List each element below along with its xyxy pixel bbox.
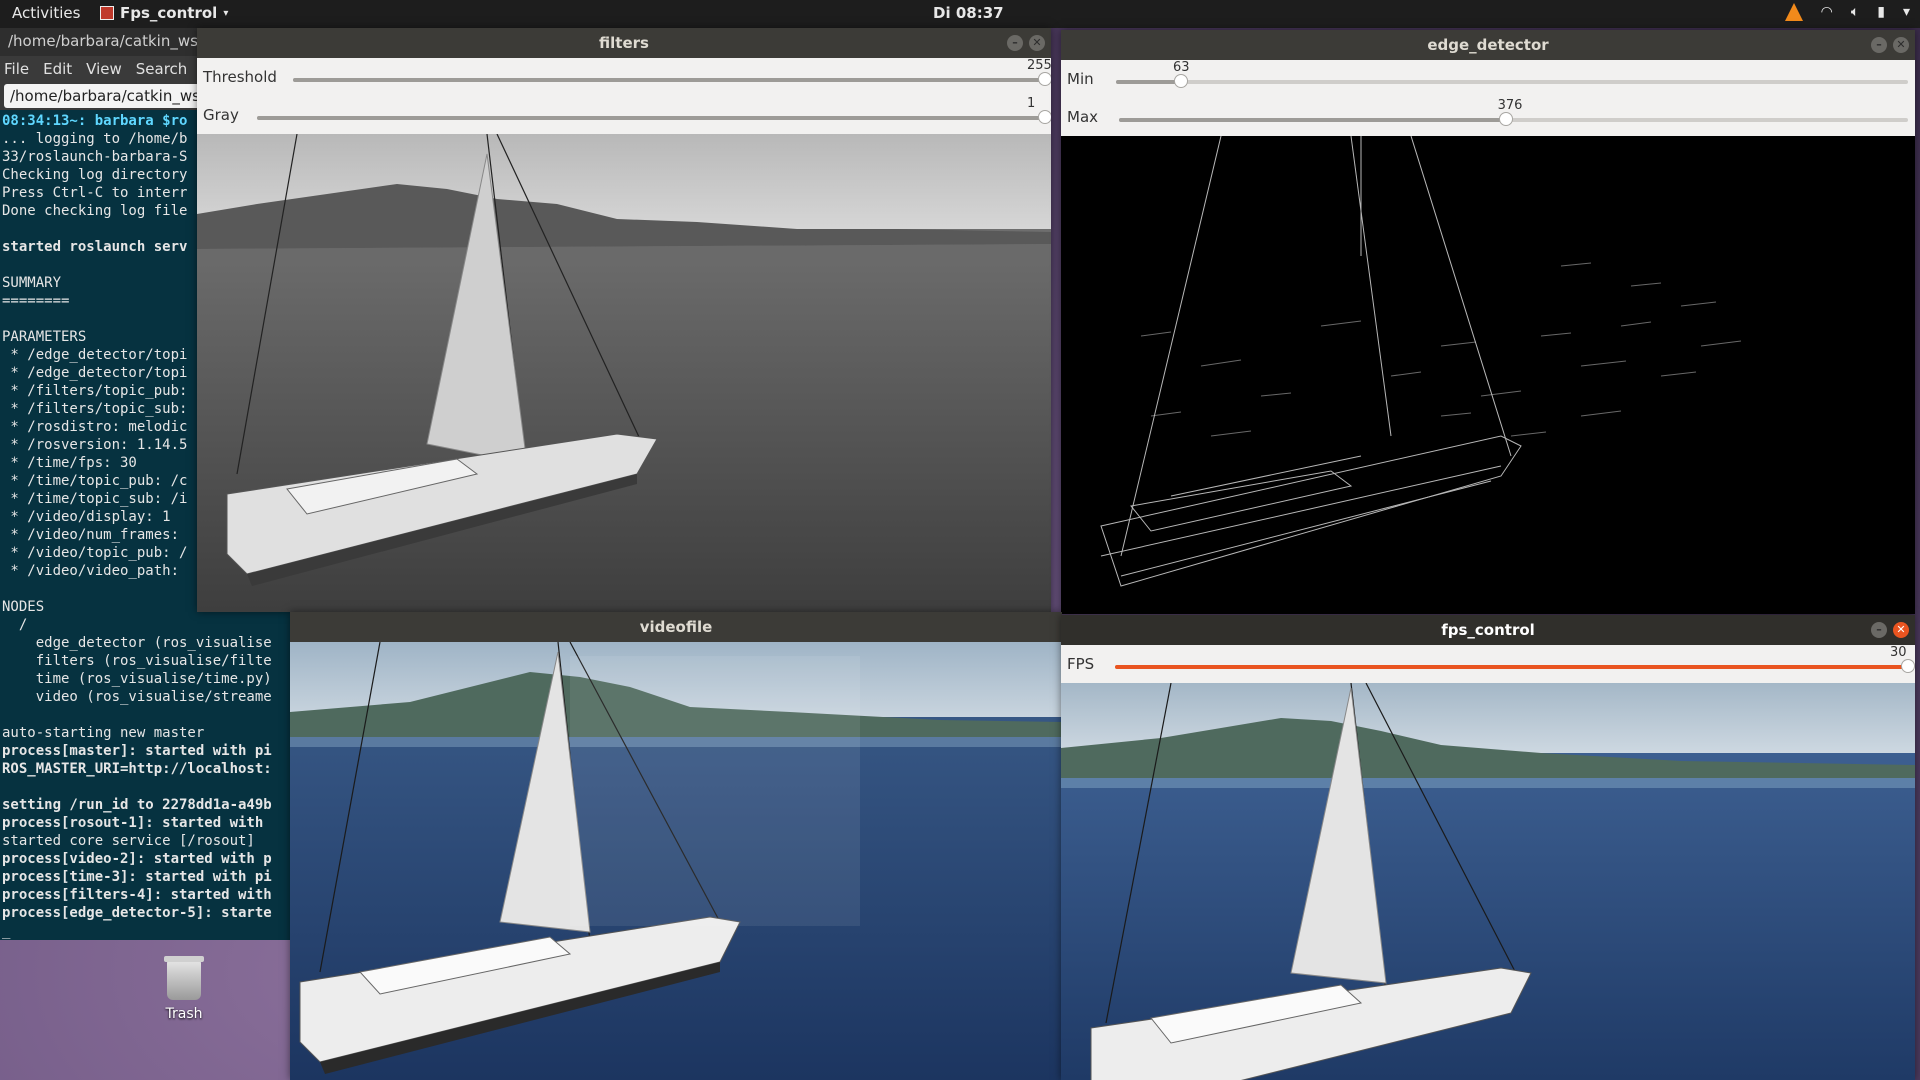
app-menu[interactable]: Fps_control ▾ xyxy=(100,4,228,22)
clock[interactable]: Di 08:37 xyxy=(933,4,1004,22)
terminal-line: time (ros_visualise/time.py) xyxy=(2,671,272,687)
gray-slider-fill xyxy=(257,116,1045,120)
max-slider[interactable] xyxy=(1119,118,1908,122)
app-icon xyxy=(100,6,114,20)
window-title: fps_control xyxy=(1441,621,1535,639)
gray-slider-handle[interactable] xyxy=(1038,110,1051,124)
close-button[interactable]: ✕ xyxy=(1893,622,1909,638)
fps-slider-row: FPS 30 xyxy=(1061,645,1915,683)
max-label: Max xyxy=(1067,108,1099,126)
threshold-label: Threshold xyxy=(203,68,277,86)
gray-label: Gray xyxy=(203,106,239,124)
fps-slider-handle[interactable] xyxy=(1901,659,1915,673)
min-slider-fill xyxy=(1116,80,1181,84)
edge-video-frame xyxy=(1061,136,1915,614)
threshold-slider-row: Threshold 255 xyxy=(197,58,1051,96)
menu-search[interactable]: Search xyxy=(136,60,188,78)
grayscale-video-frame xyxy=(197,134,1051,612)
window-title: filters xyxy=(599,34,649,52)
window-title: videofile xyxy=(639,618,713,636)
close-button[interactable]: ✕ xyxy=(1893,37,1909,53)
terminal-line: process[edge_detector-5]: starte xyxy=(2,905,272,921)
terminal-line: started core service [/rosout] xyxy=(2,833,255,849)
min-slider[interactable] xyxy=(1116,80,1908,84)
battery-icon: ▮ xyxy=(1877,4,1885,20)
videofile-window[interactable]: videofile xyxy=(290,612,1062,1080)
terminal-line: video (ros_visualise/streame xyxy=(2,689,272,705)
threshold-slider-handle[interactable] xyxy=(1038,72,1051,86)
edge-detector-window[interactable]: edge_detector – ✕ Min 63 Max 376 xyxy=(1061,30,1915,614)
system-tray[interactable]: ◠ 🔈︎ ▮ ▾ xyxy=(1784,3,1910,21)
filters-titlebar[interactable]: filters – ✕ xyxy=(197,28,1051,58)
filters-window[interactable]: filters – ✕ Threshold 255 Gray 1 xyxy=(197,28,1051,612)
terminal-line: process[master]: started with pi xyxy=(2,743,272,759)
gray-slider[interactable] xyxy=(257,116,1045,120)
min-slider-row: Min 63 xyxy=(1061,60,1915,98)
max-slider-row: Max 376 xyxy=(1061,98,1915,136)
terminal-line: edge_detector (ros_visualise xyxy=(2,635,272,651)
top-panel: Activities Fps_control ▾ Di 08:37 ◠ 🔈︎ ▮… xyxy=(0,0,1920,28)
fps-control-titlebar[interactable]: fps_control – ✕ xyxy=(1061,615,1915,645)
volume-icon: 🔈︎ xyxy=(1850,4,1860,20)
min-label: Min xyxy=(1067,70,1094,88)
fps-slider[interactable] xyxy=(1115,665,1908,669)
vlc-icon[interactable] xyxy=(1784,3,1803,21)
close-button[interactable]: ✕ xyxy=(1029,35,1045,51)
terminal-line: process[filters-4]: started with xyxy=(2,887,272,903)
terminal-line: auto-starting new master xyxy=(2,725,205,741)
terminal-line: setting /run_id to 2278dd1a-a49b xyxy=(2,797,272,813)
terminal-line: ROS_MASTER_URI=http://localhost: xyxy=(2,761,272,777)
terminal-line: _ xyxy=(2,923,11,939)
output-video-frame xyxy=(1061,683,1915,1080)
terminal-line: process[video-2]: started with p xyxy=(2,851,272,867)
minimize-button[interactable]: – xyxy=(1007,35,1023,51)
fps-value: 30 xyxy=(1890,645,1907,660)
min-slider-handle[interactable] xyxy=(1173,74,1188,88)
chevron-down-icon: ▾ xyxy=(223,7,229,19)
max-slider-fill xyxy=(1119,118,1506,122)
gray-value: 1 xyxy=(1027,96,1036,111)
window-title: edge_detector xyxy=(1427,36,1549,54)
chevron-down-icon: ▾ xyxy=(1902,4,1910,20)
threshold-slider-fill xyxy=(293,78,1045,82)
menu-edit[interactable]: Edit xyxy=(43,60,72,78)
gray-slider-row: Gray 1 xyxy=(197,96,1051,134)
activities-button[interactable]: Activities xyxy=(12,4,80,22)
minimize-button[interactable]: – xyxy=(1871,37,1887,53)
trash-label: Trash xyxy=(165,1006,203,1022)
menu-file[interactable]: File xyxy=(4,60,29,78)
minimize-button[interactable]: – xyxy=(1871,622,1887,638)
terminal-line: / xyxy=(2,617,28,633)
fps-slider-fill xyxy=(1115,665,1908,669)
fps-label: FPS xyxy=(1067,655,1095,673)
max-value: 376 xyxy=(1497,98,1523,113)
threshold-value: 255 xyxy=(1027,58,1051,73)
color-video-frame xyxy=(290,642,1062,1080)
trash-icon xyxy=(164,956,204,1000)
terminal-line: process[rosout-1]: started with xyxy=(2,815,264,831)
menu-view[interactable]: View xyxy=(86,60,122,78)
videofile-titlebar[interactable]: videofile xyxy=(290,612,1062,642)
app-menu-label: Fps_control xyxy=(120,4,218,22)
edge-detector-titlebar[interactable]: edge_detector – ✕ xyxy=(1061,30,1915,60)
terminal-line: filters (ros_visualise/filte xyxy=(2,653,272,669)
terminal-line: process[time-3]: started with pi xyxy=(2,869,272,885)
trash-desktop-icon[interactable]: Trash xyxy=(160,956,208,1022)
threshold-slider[interactable] xyxy=(293,78,1045,82)
min-value: 63 xyxy=(1172,60,1190,75)
max-slider-handle[interactable] xyxy=(1498,112,1513,126)
fps-control-window[interactable]: fps_control – ✕ FPS 30 xyxy=(1061,615,1915,1080)
wifi-icon: ◠ xyxy=(1820,4,1833,20)
